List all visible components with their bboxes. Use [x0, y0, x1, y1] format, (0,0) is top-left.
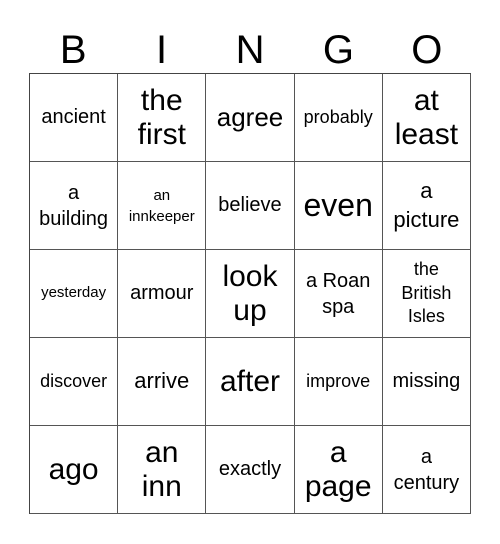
cell-text: a century: [393, 445, 460, 494]
cell-text: an inn: [141, 435, 182, 503]
bingo-cell[interactable]: believe: [206, 162, 295, 250]
bingo-header: B I N G O: [29, 28, 471, 72]
cell-text: the British Isles: [401, 259, 452, 327]
cell-text: a building: [39, 181, 109, 230]
cell-text: a picture: [393, 177, 460, 232]
bingo-cell[interactable]: ago: [30, 426, 119, 514]
bingo-cell[interactable]: armour: [118, 250, 207, 338]
cell-text: an innkeeper: [128, 186, 195, 225]
bingo-cell[interactable]: discover: [30, 338, 119, 426]
cell-text: yesterday: [41, 284, 107, 302]
bingo-cell[interactable]: a page: [294, 426, 383, 514]
cell-text: arrive: [134, 368, 190, 394]
bingo-cell[interactable]: an innkeeper: [118, 162, 207, 250]
header-letter-g: G: [322, 28, 354, 72]
bingo-cell[interactable]: yesterday: [30, 250, 119, 338]
header-letter-o: O: [411, 28, 443, 72]
cell-text: armour: [130, 282, 194, 305]
cell-text: at least: [394, 83, 459, 151]
bingo-cell[interactable]: even: [294, 162, 383, 250]
cell-text: the first: [137, 83, 186, 151]
bingo-cell[interactable]: the British Isles: [382, 250, 471, 338]
cell-text: missing: [392, 370, 461, 393]
bingo-cell[interactable]: look up: [206, 250, 295, 338]
bingo-grid: ancient the first agree probably at leas…: [29, 73, 471, 514]
cell-text: exactly: [218, 458, 282, 481]
cell-text: look up: [222, 259, 278, 327]
header-letter-n: N: [235, 28, 265, 72]
bingo-cell[interactable]: ancient: [30, 74, 119, 162]
cell-text: believe: [218, 194, 282, 217]
cell-text: even: [303, 186, 373, 223]
bingo-cell[interactable]: an inn: [118, 426, 207, 514]
header-letter-i: I: [156, 28, 168, 72]
bingo-cell[interactable]: a picture: [382, 162, 471, 250]
cell-text: probably: [303, 107, 373, 128]
cell-text: after: [219, 364, 280, 398]
bingo-cell[interactable]: arrive: [118, 338, 207, 426]
header-letter-b: B: [59, 28, 87, 72]
bingo-cell[interactable]: a Roan spa: [294, 250, 383, 338]
cell-text: improve: [306, 371, 371, 392]
bingo-cell[interactable]: at least: [382, 74, 471, 162]
cell-text: ago: [48, 452, 99, 486]
bingo-cell[interactable]: after: [206, 338, 295, 426]
bingo-cell[interactable]: improve: [294, 338, 383, 426]
bingo-cell[interactable]: exactly: [206, 426, 295, 514]
bingo-cell[interactable]: a century: [382, 426, 471, 514]
cell-text: ancient: [41, 106, 106, 129]
cell-text: discover: [40, 371, 108, 392]
cell-text: a page: [304, 435, 372, 503]
bingo-cell[interactable]: missing: [382, 338, 471, 426]
bingo-cell[interactable]: the first: [118, 74, 207, 162]
cell-text: a Roan spa: [305, 269, 371, 318]
bingo-cell[interactable]: agree: [206, 74, 295, 162]
bingo-cell[interactable]: probably: [294, 74, 383, 162]
cell-text: agree: [216, 101, 284, 132]
bingo-cell[interactable]: a building: [30, 162, 119, 250]
